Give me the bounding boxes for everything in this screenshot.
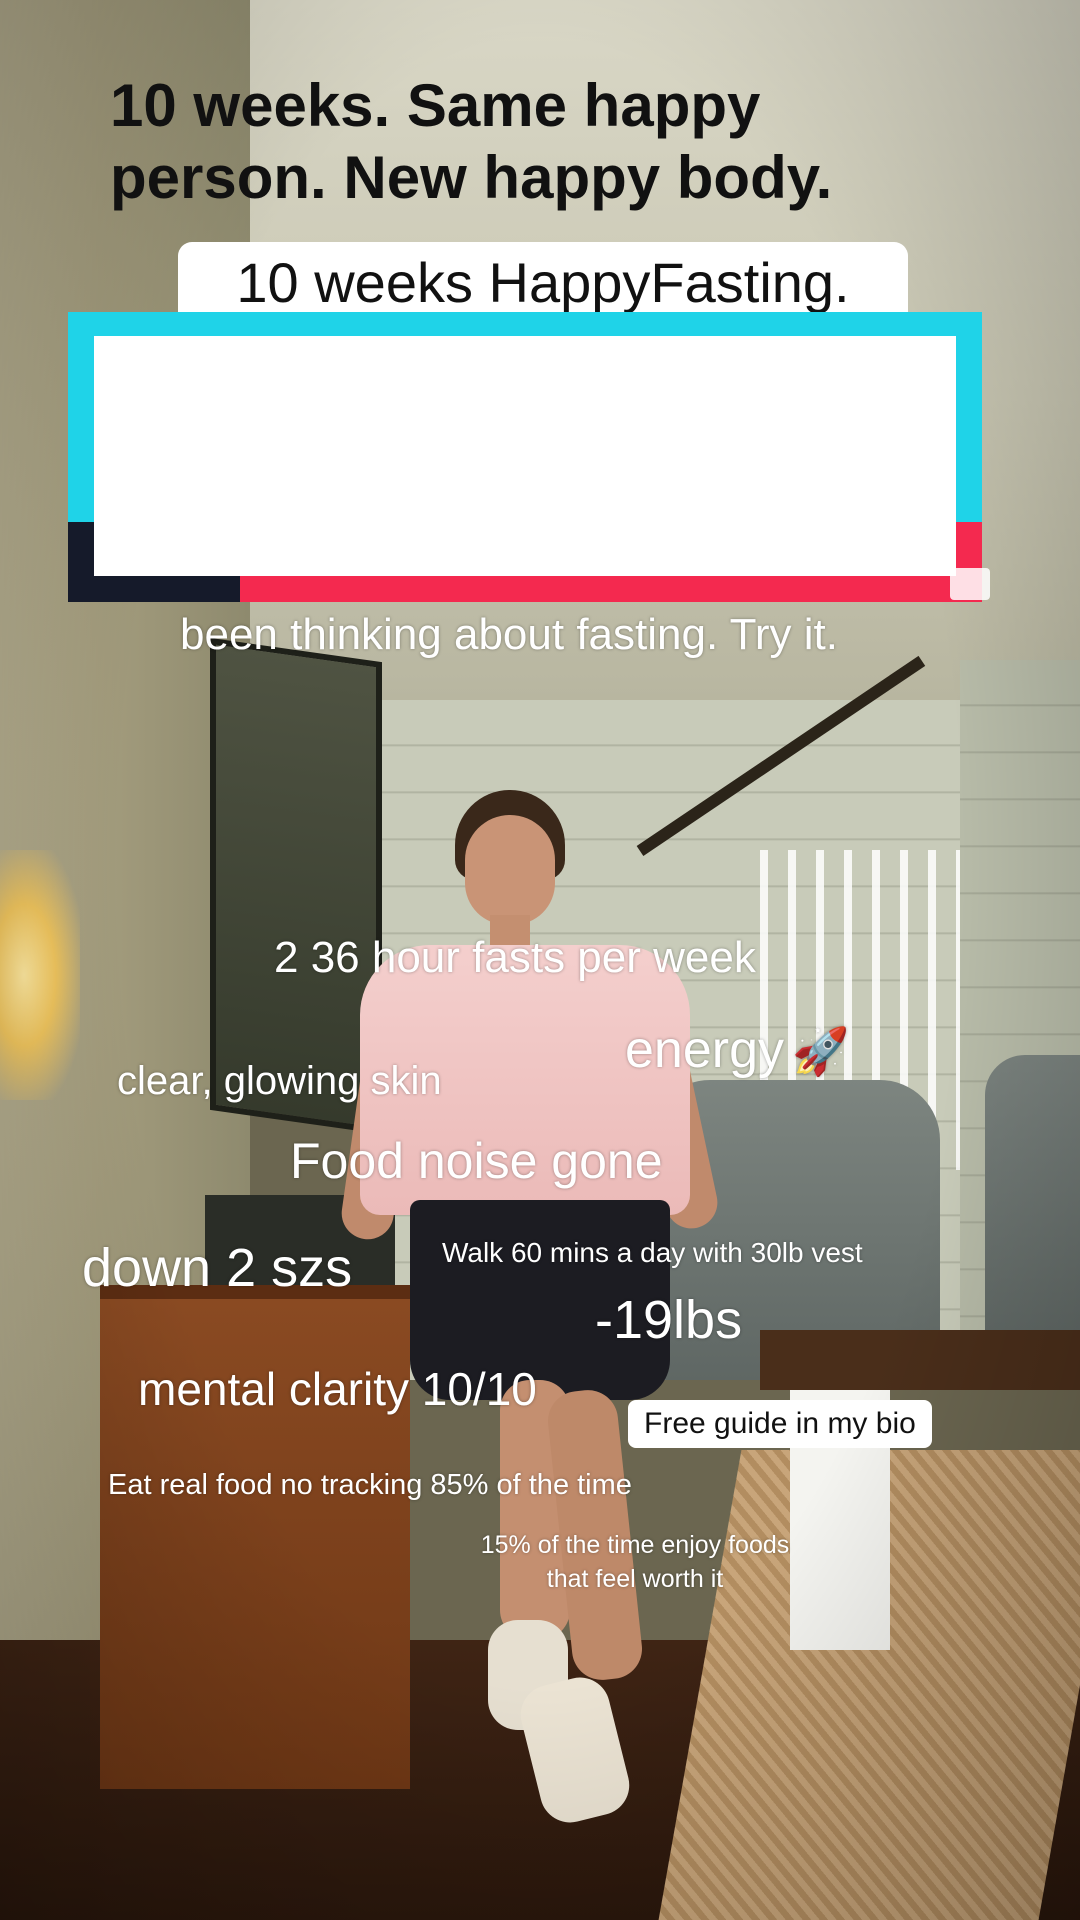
- overlay-fasts: 2 36 hour fasts per week: [274, 933, 756, 982]
- overlay-weight: -19lbs: [595, 1290, 743, 1350]
- subcaption: been thinking about fasting. Try it.: [180, 610, 838, 659]
- hidden-caption-fragment: [950, 568, 990, 600]
- overlay-clarity: mental clarity 10/10: [138, 1363, 537, 1415]
- overlay-sizes: down 2 szs: [82, 1238, 353, 1298]
- overlay-enjoy: 15% of the time enjoy foods that feel wo…: [480, 1531, 790, 1593]
- guide-sticker[interactable]: Free guide in my bio: [628, 1400, 932, 1448]
- overlay-skin: clear, glowing skin: [117, 1059, 442, 1103]
- overlay-food-noise: Food noise gone: [290, 1133, 663, 1189]
- energy-label: energy: [625, 1021, 784, 1079]
- headline-sticker: [68, 312, 982, 602]
- overlay-eat: Eat real food no tracking 85% of the tim…: [108, 1469, 632, 1501]
- headline-text: 10 weeks. Same happy person. New happy b…: [110, 72, 833, 211]
- overlay-energy: energy 🚀: [625, 1023, 849, 1078]
- rocket-icon: 🚀: [792, 1025, 850, 1077]
- top-caption: 10 weeks HappyFasting.: [178, 242, 908, 312]
- video-frame[interactable]: 10 weeks HappyFasting. 10 weeks. Same ha…: [0, 0, 1080, 1920]
- headline-card: [94, 336, 956, 576]
- overlay-walk: Walk 60 mins a day with 30lb vest: [442, 1237, 863, 1268]
